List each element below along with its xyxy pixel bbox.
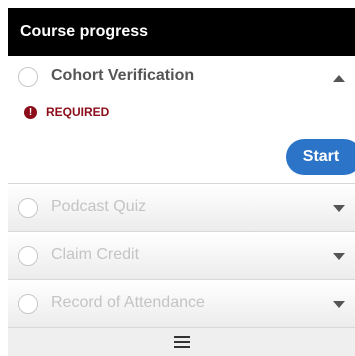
progress-item-header[interactable]: Cohort Verification (8, 56, 355, 100)
progress-item-podcast-quiz[interactable]: Podcast Quiz (8, 184, 355, 232)
caret-up-icon[interactable] (333, 75, 345, 82)
progress-item-record-of-attendance[interactable]: Record of Attendance (8, 280, 355, 328)
panel-title: Course progress (20, 23, 149, 40)
progress-item-header[interactable]: Claim Credit (8, 232, 355, 280)
status-circle-icon (18, 67, 38, 87)
caret-down-icon[interactable] (333, 205, 345, 212)
status-circle-icon (18, 246, 38, 266)
progress-item-title: Claim Credit (51, 246, 140, 263)
status-circle-icon (18, 198, 38, 218)
hamburger-menu-icon[interactable] (173, 335, 190, 349)
panel-footer (8, 328, 355, 356)
panel-header: Course progress (8, 8, 355, 56)
progress-item-claim-credit[interactable]: Claim Credit (8, 232, 355, 280)
required-badge: ! REQUIRED (24, 104, 109, 120)
progress-item-title: Cohort Verification (51, 67, 195, 84)
required-label: REQUIRED (46, 105, 110, 119)
caret-down-icon[interactable] (333, 301, 345, 308)
start-button[interactable]: Start (286, 139, 355, 175)
progress-item-cohort-verification: Cohort Verification ! REQUIRED Start (8, 56, 355, 184)
progress-item-header[interactable]: Record of Attendance (8, 280, 355, 328)
exclamation-icon: ! (24, 105, 37, 119)
caret-down-icon[interactable] (333, 253, 345, 260)
course-progress-panel: Course progress Cohort Verification ! RE… (8, 0, 355, 356)
progress-item-header[interactable]: Podcast Quiz (8, 184, 355, 232)
status-circle-icon (18, 294, 38, 314)
progress-item-title: Podcast Quiz (51, 198, 147, 215)
progress-item-title: Record of Attendance (51, 294, 205, 311)
